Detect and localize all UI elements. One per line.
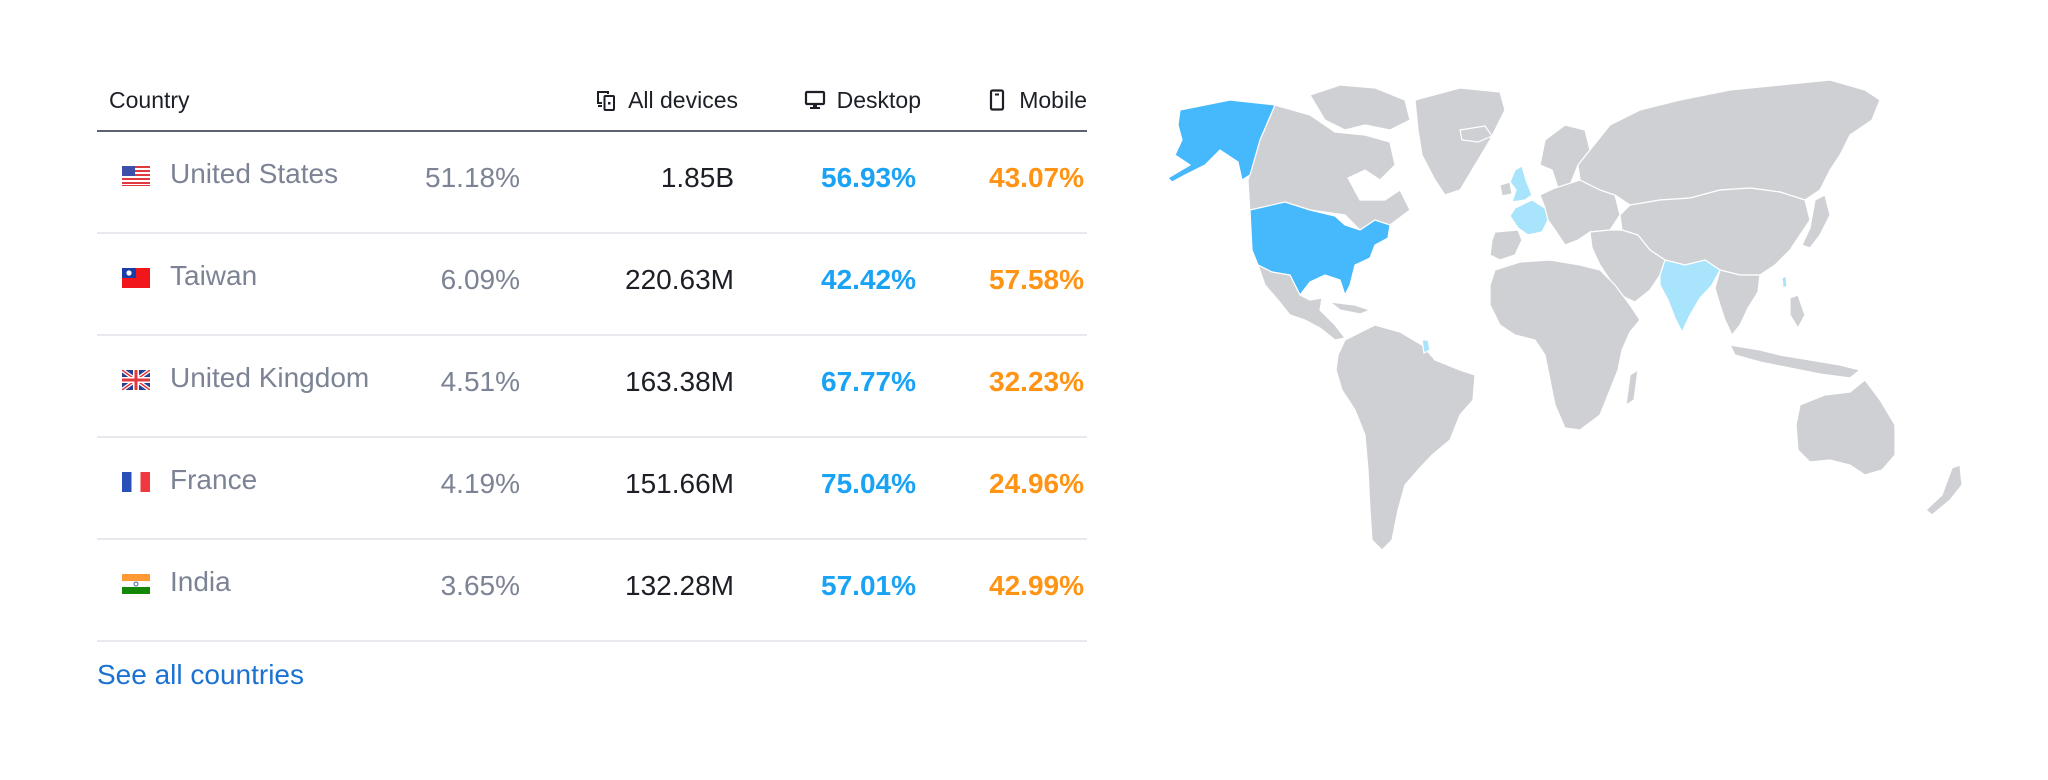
header-all-devices-label: All devices — [628, 87, 738, 113]
uk-flag-icon — [122, 370, 150, 390]
all-devices-visits: 163.38M — [625, 366, 734, 397]
table-row[interactable]: France 4.19% 151.66M 75.04% 24.96% — [97, 438, 1087, 540]
all-devices-visits: 151.66M — [625, 468, 734, 499]
map-australia — [1795, 379, 1896, 476]
table-header: Country All devices Desktop Mobile — [97, 78, 1087, 132]
map-greenland — [1414, 87, 1506, 196]
desktop-share: 67.77% — [821, 366, 916, 397]
all-devices-visits: 220.63M — [625, 264, 734, 295]
map-canada-islands — [1309, 84, 1411, 131]
header-mobile-label: Mobile — [1019, 87, 1087, 113]
map-philippines — [1789, 294, 1806, 330]
traffic-share: 51.18% — [425, 162, 520, 193]
desktop-share: 56.93% — [821, 162, 916, 193]
all-devices-visits: 132.28M — [625, 570, 734, 601]
mobile-share: 24.96% — [989, 468, 1084, 499]
desktop-share: 42.42% — [821, 264, 916, 295]
table-row[interactable]: United States 51.18% 1.85B 56.93% 43.07% — [97, 132, 1087, 234]
map-new-zealand — [1925, 464, 1963, 516]
country-name[interactable]: Taiwan — [170, 260, 257, 292]
map-french-guiana[interactable] — [1421, 339, 1431, 354]
traffic-share: 4.51% — [440, 366, 520, 397]
mobile-share: 42.99% — [989, 570, 1084, 601]
map-madagascar — [1625, 368, 1639, 407]
map-india[interactable] — [1659, 259, 1721, 334]
header-all-devices[interactable]: All devices — [594, 78, 738, 122]
us-flag-icon — [122, 166, 150, 186]
france-flag-icon — [122, 472, 150, 492]
devices-icon — [597, 90, 616, 111]
country-name[interactable]: United States — [170, 158, 338, 190]
header-desktop-label: Desktop — [836, 87, 921, 113]
map-south-america — [1335, 324, 1476, 551]
map-caribbean — [1327, 301, 1372, 315]
table-row[interactable]: United Kingdom 4.51% 163.38M 67.77% 32.2… — [97, 336, 1087, 438]
map-iberia — [1489, 229, 1523, 261]
mobile-share: 32.23% — [989, 366, 1084, 397]
map-ireland — [1499, 181, 1513, 197]
country-name[interactable]: India — [170, 566, 231, 598]
header-country[interactable]: Country — [109, 78, 190, 122]
map-indonesia — [1728, 344, 1862, 379]
map-southeast-asia — [1714, 269, 1761, 337]
map-taiwan[interactable] — [1781, 275, 1788, 289]
country-name[interactable]: United Kingdom — [170, 362, 369, 394]
all-devices-visits: 1.85B — [660, 162, 734, 193]
see-all-countries-link[interactable]: See all countries — [97, 659, 304, 691]
mobile-share: 43.07% — [989, 162, 1084, 193]
desktop-share: 75.04% — [821, 468, 916, 499]
traffic-share: 6.09% — [440, 264, 520, 295]
traffic-share: 4.19% — [440, 468, 520, 499]
country-name[interactable]: France — [170, 464, 257, 496]
world-map — [1167, 79, 1963, 551]
mobile-share: 57.58% — [989, 264, 1084, 295]
header-desktop[interactable]: Desktop — [803, 78, 921, 122]
country-traffic-table: Country All devices Desktop Mobile Unite… — [97, 78, 1087, 642]
map-russia — [1577, 79, 1881, 206]
traffic-share: 3.65% — [440, 570, 520, 601]
table-row[interactable]: India 3.65% 132.28M 57.01% 42.99% — [97, 540, 1087, 642]
desktop-monitor-icon — [804, 90, 825, 109]
taiwan-flag-icon — [122, 268, 150, 288]
table-row[interactable]: Taiwan 6.09% 220.63M 42.42% 57.58% — [97, 234, 1087, 336]
india-flag-icon — [122, 574, 150, 594]
header-mobile[interactable]: Mobile — [985, 78, 1087, 122]
map-united-kingdom[interactable] — [1509, 165, 1533, 203]
desktop-share: 57.01% — [821, 570, 916, 601]
mobile-phone-icon — [990, 89, 1005, 111]
